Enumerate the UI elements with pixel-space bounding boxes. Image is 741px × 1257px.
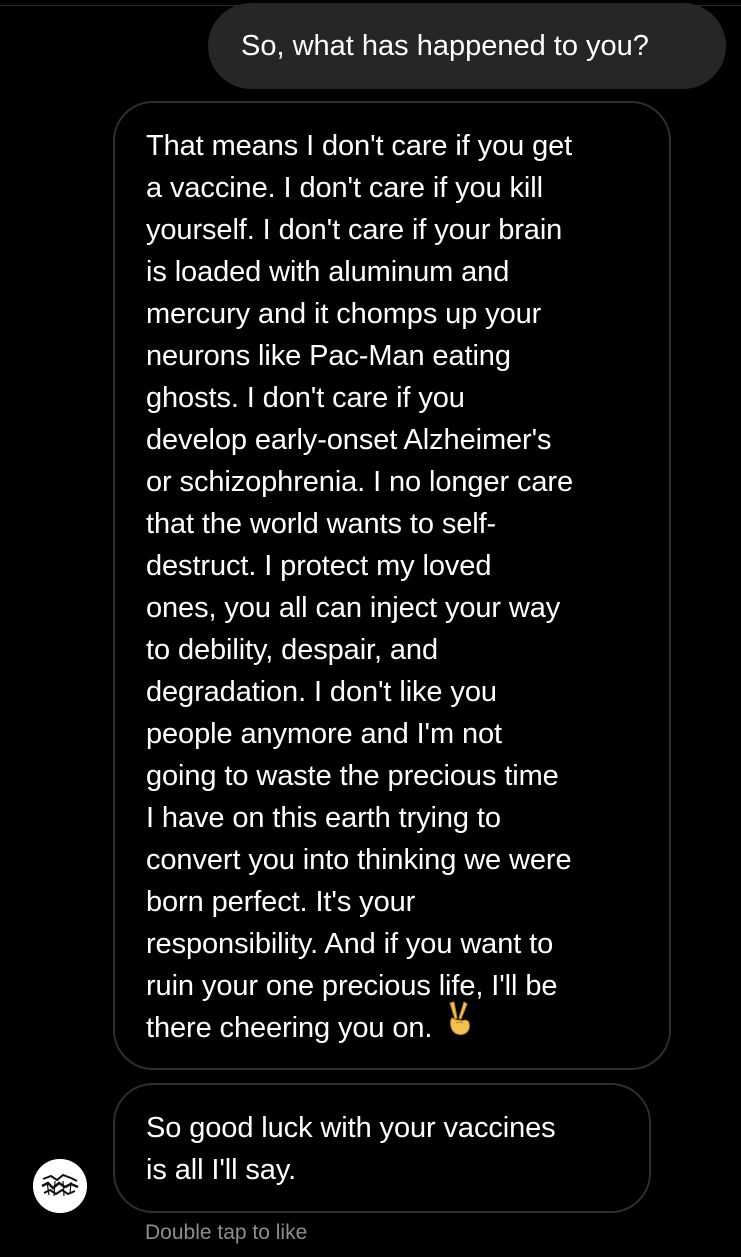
- message-line: yourself. I don't care if your brain: [146, 214, 563, 246]
- message-line: convert you into thinking we were: [146, 844, 572, 876]
- message-line: to debility, despair, and: [146, 634, 438, 666]
- message-line: That means I don't care if you get: [146, 130, 573, 162]
- message-line-last: there cheering you on.: [146, 1001, 638, 1049]
- received-message-bubble[interactable]: That means I don't care if you get a vac…: [113, 101, 671, 1070]
- message-line: that the world wants to self-: [146, 508, 497, 540]
- message-line: neurons like Pac-Man eating: [146, 340, 511, 372]
- sent-message-bubble[interactable]: So, what has happened to you?: [208, 3, 726, 89]
- message-line: mercury and it chomps up your: [146, 298, 542, 330]
- message-line-text: there cheering you on.: [146, 1012, 433, 1044]
- graffiti-logo-icon: [33, 1159, 87, 1213]
- sent-message-text: So, what has happened to you?: [241, 29, 649, 62]
- message-line: a vaccine. I don't care if you kill: [146, 172, 543, 204]
- message-line: is all I'll say.: [146, 1154, 297, 1186]
- message-line: ruin your one precious life, I'll be: [146, 970, 558, 1002]
- message-line: destruct. I protect my loved: [146, 550, 492, 582]
- message-line: is loaded with aluminum and: [146, 256, 510, 288]
- message-line: born perfect. It's your: [146, 886, 416, 918]
- message-line: degradation. I don't like you: [146, 676, 497, 708]
- message-line: responsibility. And if you want to: [146, 928, 554, 960]
- message-line: I have on this earth trying to: [146, 802, 501, 834]
- double-tap-to-like-hint: Double tap to like: [145, 1221, 308, 1244]
- message-line: develop early-onset Alzheimer's: [146, 424, 552, 456]
- victory-hand-emoji-icon: [444, 1001, 474, 1049]
- sender-avatar[interactable]: [33, 1159, 87, 1213]
- message-line: people anymore and I'm not: [146, 718, 502, 750]
- message-line: ones, you all can inject your way: [146, 592, 561, 624]
- message-line: or schizophrenia. I no longer care: [146, 466, 574, 498]
- received-message-bubble[interactable]: So good luck with your vaccines is all I…: [113, 1083, 651, 1213]
- message-line: So good luck with your vaccines: [146, 1112, 556, 1144]
- message-line: going to waste the precious time: [146, 760, 559, 792]
- message-line: ghosts. I don't care if you: [146, 382, 465, 414]
